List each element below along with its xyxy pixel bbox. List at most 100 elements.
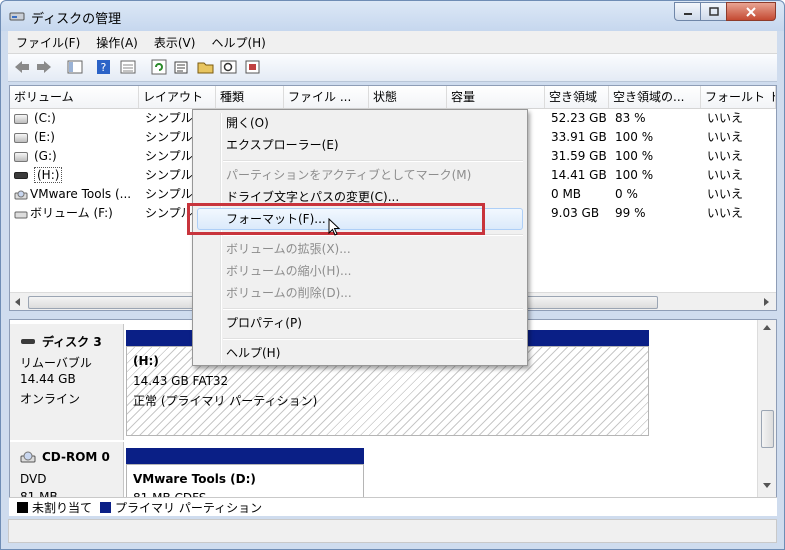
removable-drive-icon bbox=[14, 172, 28, 179]
volume-free: 52.23 GB bbox=[551, 111, 607, 125]
settings-icon[interactable] bbox=[244, 59, 262, 75]
volume-free: 14.41 GB bbox=[551, 168, 607, 182]
column-free-space[interactable]: 空き領域 bbox=[545, 86, 609, 108]
back-arrow-icon[interactable] bbox=[13, 59, 31, 75]
column-percent-free[interactable]: 空き領域の... bbox=[609, 86, 701, 108]
scroll-left-icon[interactable] bbox=[14, 298, 22, 306]
volume-free: 33.91 GB bbox=[551, 130, 607, 144]
volume-fault: いいえ bbox=[707, 111, 744, 125]
disk-size: 14.44 GB bbox=[20, 372, 76, 386]
menu-extend-volume[interactable]: ボリュームの拡張(X)... bbox=[226, 238, 351, 260]
minimize-button[interactable] bbox=[674, 2, 701, 21]
menu-mark-active[interactable]: パーティションをアクティブとしてマーク(M) bbox=[226, 164, 471, 186]
mouse-cursor-icon bbox=[328, 218, 341, 236]
volume-fault: いいえ bbox=[707, 149, 744, 163]
cd-drive-icon bbox=[20, 451, 36, 463]
legend-primary-partition: プライマリ パーティション bbox=[115, 500, 263, 515]
column-header: ボリューム レイアウト 種類 ファイル ... 状態 容量 空き領域 空き領域の… bbox=[10, 86, 776, 109]
scroll-right-icon[interactable] bbox=[762, 298, 770, 306]
menu-shrink-volume[interactable]: ボリュームの縮小(H)... bbox=[226, 260, 351, 282]
menu-open[interactable]: 開く(O) bbox=[226, 112, 269, 134]
drive-icon bbox=[14, 211, 28, 218]
menu-help[interactable]: ヘルプ(H) bbox=[203, 34, 273, 51]
partition-label: VMware Tools (D:) bbox=[133, 472, 256, 486]
volume-percent: 0 % bbox=[615, 187, 638, 201]
volume-name: ボリューム (F:) bbox=[30, 206, 113, 220]
title-bar: ディスクの管理 bbox=[1, 1, 784, 31]
column-type[interactable]: 種類 bbox=[216, 86, 284, 108]
open-folder-icon[interactable] bbox=[197, 59, 215, 75]
menu-help-item[interactable]: ヘルプ(H) bbox=[226, 342, 280, 364]
column-status[interactable]: 状態 bbox=[369, 86, 447, 108]
menu-view[interactable]: 表示(V) bbox=[146, 34, 204, 51]
partition-detail: 14.43 GB FAT32 bbox=[133, 374, 229, 388]
search-icon[interactable] bbox=[220, 59, 238, 75]
volume-name: (C:) bbox=[34, 111, 56, 125]
properties-icon[interactable] bbox=[173, 59, 191, 75]
context-menu: 開く(O) エクスプローラー(E) パーティションをアクティブとしてマーク(M)… bbox=[192, 109, 528, 366]
toolbar: ? bbox=[8, 54, 777, 82]
volume-percent: 100 % bbox=[615, 149, 654, 163]
drive-icon bbox=[14, 151, 28, 162]
disk-name: CD-ROM 0 bbox=[42, 450, 110, 464]
disk-status: オンライン bbox=[20, 392, 81, 406]
volume-fault: いいえ bbox=[707, 130, 744, 144]
removable-disk-icon bbox=[21, 338, 35, 344]
unallocated-swatch bbox=[17, 501, 28, 513]
menu-separator bbox=[223, 160, 523, 162]
vertical-scroll-thumb[interactable] bbox=[761, 410, 774, 448]
disk-type: DVD bbox=[20, 472, 47, 486]
forward-arrow-icon[interactable] bbox=[35, 59, 53, 75]
menu-action[interactable]: 操作(A) bbox=[88, 34, 146, 51]
legend: 未割り当て プライマリ パーティション bbox=[9, 497, 777, 516]
column-volume[interactable]: ボリューム bbox=[10, 86, 139, 108]
partition-band bbox=[126, 448, 364, 464]
menu-explorer[interactable]: エクスプローラー(E) bbox=[226, 134, 339, 156]
legend-unallocated: 未割り当て bbox=[32, 500, 93, 515]
refresh-icon[interactable] bbox=[150, 59, 168, 75]
column-fault-tolerance[interactable]: フォールト ト bbox=[701, 86, 776, 108]
scroll-up-icon[interactable] bbox=[763, 324, 771, 332]
cd-icon bbox=[14, 190, 28, 199]
volume-percent: 99 % bbox=[615, 206, 646, 220]
volume-percent: 100 % bbox=[615, 168, 654, 182]
volume-free: 9.03 GB bbox=[551, 206, 600, 220]
volume-free: 31.59 GB bbox=[551, 149, 607, 163]
column-layout[interactable]: レイアウト bbox=[139, 86, 216, 108]
volume-fault: いいえ bbox=[707, 168, 744, 182]
menu-separator bbox=[223, 338, 523, 340]
menu-properties[interactable]: プロパティ(P) bbox=[226, 312, 302, 334]
volume-percent: 100 % bbox=[615, 130, 654, 144]
details-view-icon[interactable] bbox=[119, 59, 137, 75]
volume-name: (H:) bbox=[34, 167, 63, 183]
partition-state: 正常 (プライマリ パーティション) bbox=[133, 394, 318, 408]
column-filesystem[interactable]: ファイル ... bbox=[284, 86, 369, 108]
volume-name: VMware Tools (... bbox=[30, 187, 132, 201]
close-icon bbox=[746, 6, 756, 17]
volume-free: 0 MB bbox=[551, 187, 582, 201]
column-capacity[interactable]: 容量 bbox=[447, 86, 545, 108]
status-bar bbox=[8, 519, 777, 543]
scroll-down-icon[interactable] bbox=[763, 482, 771, 490]
volume-percent: 83 % bbox=[615, 111, 646, 125]
menu-delete-volume[interactable]: ボリュームの削除(D)... bbox=[226, 282, 352, 304]
close-button[interactable] bbox=[726, 2, 776, 21]
menu-gutter bbox=[220, 113, 222, 363]
disk-management-window: ディスクの管理 ファイル(F) 操作(A) 表示(V) ヘルプ(H) ? ボリュ… bbox=[0, 0, 785, 550]
help-icon[interactable]: ? bbox=[95, 59, 113, 75]
menu-separator bbox=[223, 308, 523, 310]
maximize-button[interactable] bbox=[700, 2, 727, 21]
disk-management-app-icon bbox=[9, 12, 25, 21]
partition-label: (H:) bbox=[133, 354, 159, 368]
volume-fault: いいえ bbox=[707, 187, 744, 201]
console-tree-icon[interactable] bbox=[66, 59, 84, 75]
volume-name: (G:) bbox=[34, 149, 57, 163]
disk-name: ディスク 3 bbox=[42, 335, 102, 349]
drive-icon bbox=[14, 132, 28, 143]
window-title: ディスクの管理 bbox=[31, 12, 122, 27]
menu-bar: ファイル(F) 操作(A) 表示(V) ヘルプ(H) bbox=[8, 31, 777, 54]
disk-3-label[interactable]: ディスク 3 リムーバブル 14.44 GB オンライン bbox=[10, 324, 124, 440]
maximize-icon bbox=[708, 7, 719, 16]
menu-file[interactable]: ファイル(F) bbox=[8, 34, 88, 51]
vertical-scrollbar[interactable] bbox=[757, 320, 776, 514]
